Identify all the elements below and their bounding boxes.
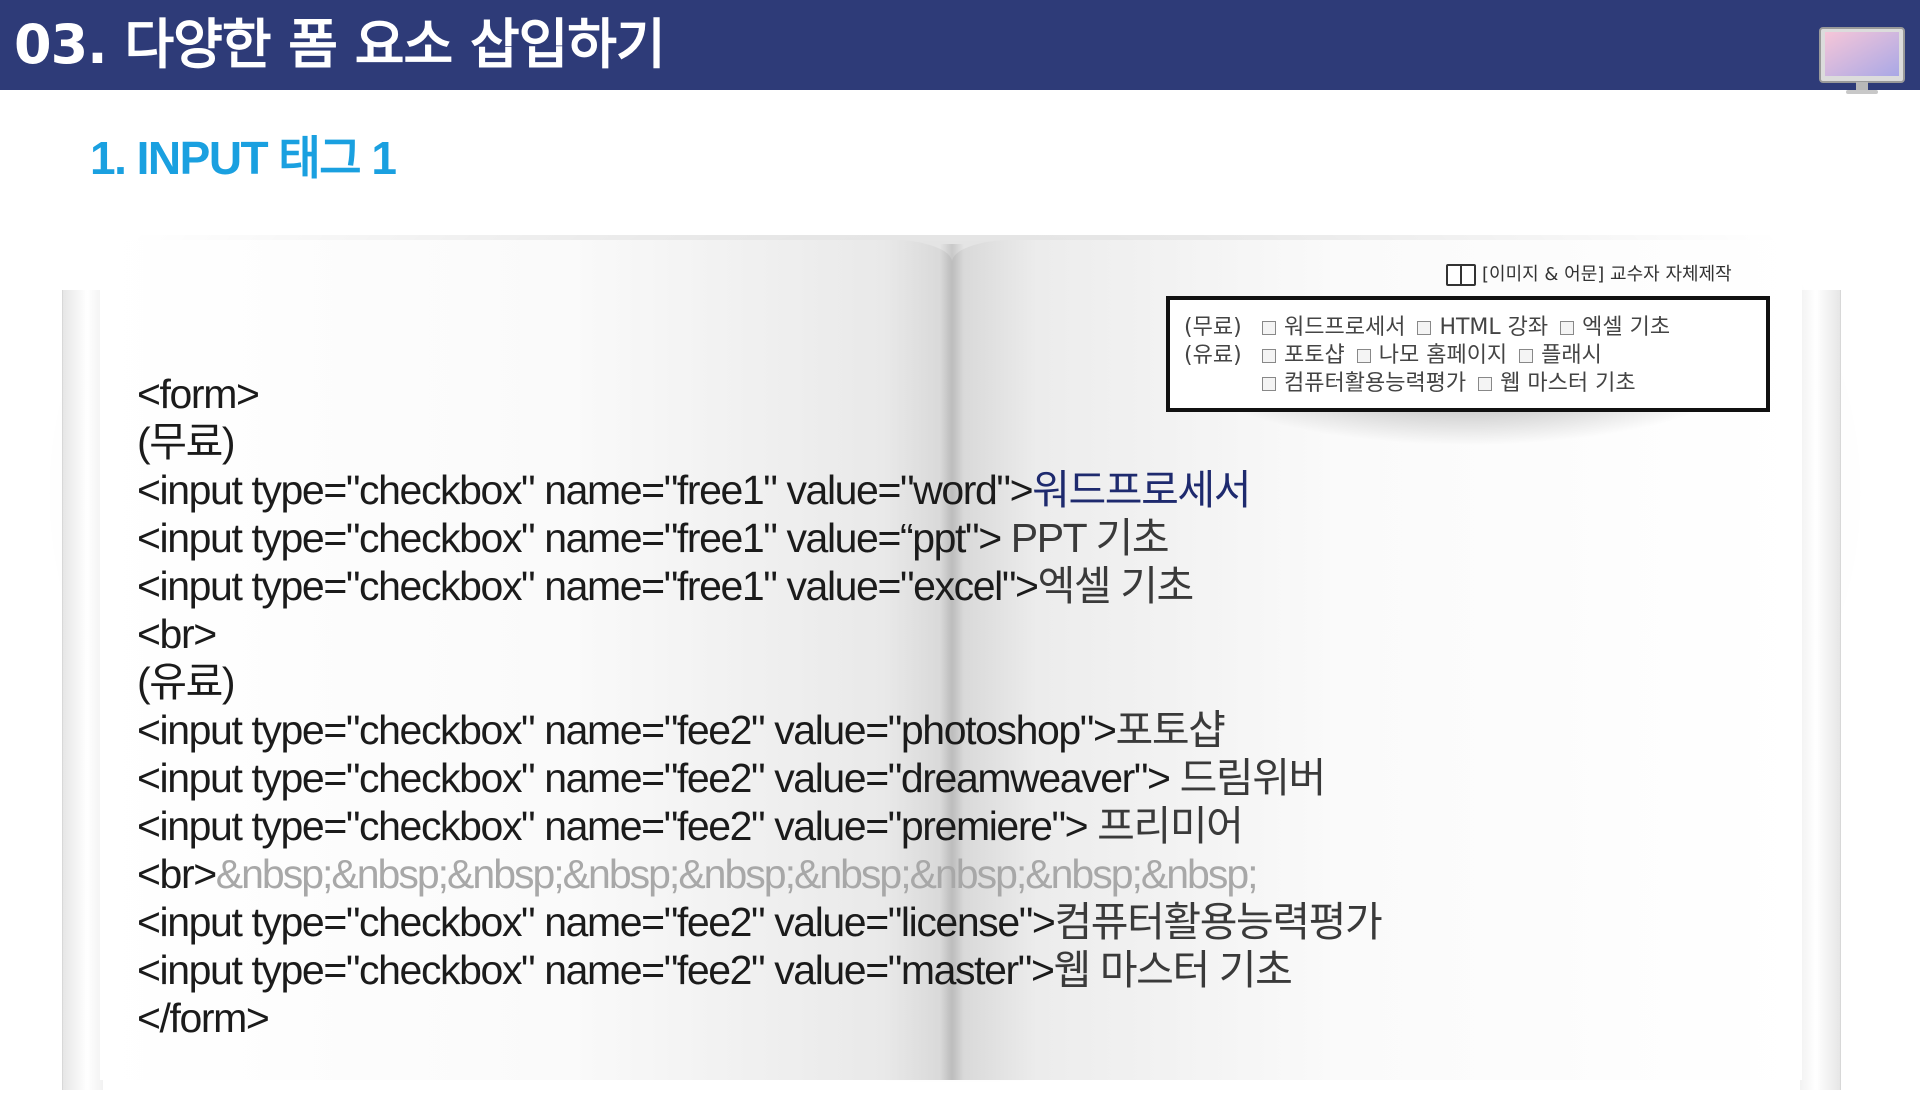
code-listing: <form> (무료) <input type="checkbox" name=… [137,370,1383,1042]
code-label-text: 컴퓨터활용능력평가 [1054,899,1382,945]
checkbox[interactable] [1560,321,1575,335]
code-label-text: PPT 기초 [1000,515,1170,561]
checkbox-label: 워드프로세서 [1284,315,1406,340]
code-line: <input type="checkbox" name="free1" valu… [137,514,1381,562]
code-text: <input type="checkbox" name="free1" valu… [137,467,1034,513]
page-title: 03. 다양한 폼 요소 삽입하기 [14,13,666,76]
code-line: <input type="checkbox" name="free1" valu… [137,466,1381,514]
credit-text: [이미지 & 어문] 교수자 자체제작 [1482,264,1732,285]
code-line: <input type="checkbox" name="fee2" value… [137,802,1381,850]
code-label-text: 포토샵 [1115,707,1226,753]
code-line: <input type="checkbox" name="free1" valu… [137,562,1381,610]
checkbox[interactable] [1417,321,1432,335]
code-label-text: 프리미어 [1087,803,1244,849]
code-text: <input type="checkbox" name="fee2" value… [137,707,1117,753]
header-bar: 03. 다양한 폼 요소 삽입하기 [0,0,1920,94]
code-line: <input type="checkbox" name="fee2" value… [137,946,1381,994]
code-text: <input type="checkbox" name="free1" valu… [137,515,1002,561]
code-line: <input type="checkbox" name="fee2" value… [137,898,1383,946]
preview-row-fee: (유료) 포토샵 나모 홈페이지 플래시 [1184,342,1608,370]
preview-row-free: (무료) 워드프로세서 HTML 강좌 엑셀 기초 [1184,314,1676,342]
code-text: <br> [137,851,217,897]
monitor-icon [1819,27,1905,94]
code-label-text: 워드프로세서 [1032,467,1251,513]
checkbox-label: 플래시 [1541,343,1602,368]
code-text: <input type="checkbox" name="fee2" value… [137,947,1055,993]
code-text: <form> [137,371,260,417]
checkbox[interactable] [1262,321,1276,335]
code-text: (유료) [137,659,236,705]
code-line: <input type="checkbox" name="fee2" value… [137,754,1381,802]
code-label-text: 웹 마스터 기초 [1053,947,1293,993]
code-line: <input type="checkbox" name="fee2" value… [137,706,1381,754]
preview-label: (유료) [1184,343,1242,368]
code-line: <br>&nbsp;&nbsp;&nbsp;&nbsp;&nbsp;&nbsp;… [137,850,1381,898]
code-line: </form> [137,994,1381,1042]
checkbox-label: 포토샵 [1284,343,1345,368]
page-stack-right [1800,290,1841,1090]
checkbox[interactable] [1519,349,1534,363]
code-text: </form> [137,995,270,1041]
code-label-text: 엑셀 기초 [1037,563,1195,609]
code-line: (유료) [137,658,1381,706]
section-title: 1. INPUT 태그 1 [90,132,397,184]
checkbox[interactable] [1262,349,1276,363]
code-text: <input type="checkbox" name="fee2" value… [137,755,1171,801]
checkbox-label: HTML 강좌 [1439,315,1549,340]
code-text: <br> [137,611,217,657]
page-stack-left [62,290,103,1090]
checkbox-label: 나모 홈페이지 [1378,343,1508,368]
code-text: <input type="checkbox" name="fee2" value… [137,899,1056,945]
code-label-text: 드림위버 [1169,755,1327,801]
book-icon [1446,264,1476,286]
preview-label: (무료) [1184,315,1242,340]
checkbox-label: 엑셀 기초 [1582,315,1671,340]
checkbox[interactable] [1478,377,1493,391]
image-credit: [이미지 & 어문] 교수자 자체제작 [1446,263,1732,287]
code-line: <form> [137,370,1381,418]
code-text: <input type="checkbox" name="fee2" value… [137,803,1089,849]
code-nbsp-text: &nbsp;&nbsp;&nbsp;&nbsp;&nbsp;&nbsp;&nbs… [215,851,1259,897]
code-line: <br> [137,610,1381,658]
code-text: <input type="checkbox" name="free1" valu… [137,563,1039,609]
checkbox-label: 웹 마스터 기초 [1500,371,1636,396]
code-text: (무료) [137,419,236,465]
code-line: (무료) [137,418,1381,466]
checkbox[interactable] [1356,349,1371,363]
